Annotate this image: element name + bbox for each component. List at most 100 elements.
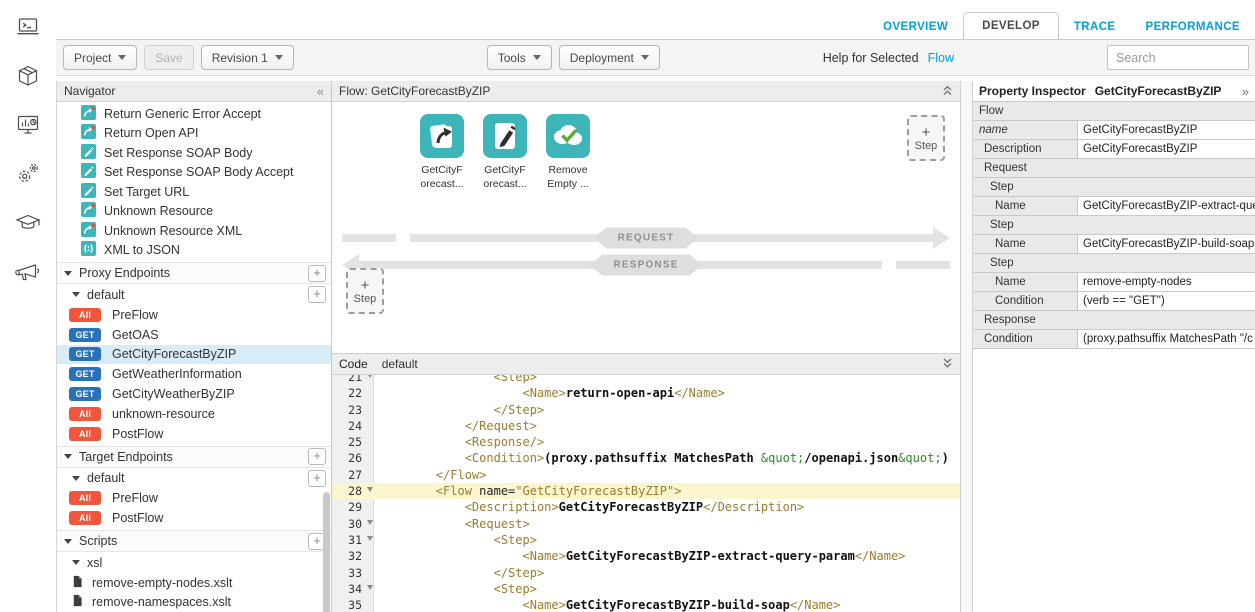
flow-item-preflow[interactable]: AllPreFlow [57, 305, 331, 325]
code-line-23[interactable]: 23 </Step> [332, 402, 960, 418]
line-number: 33 [332, 565, 374, 581]
property-value[interactable]: GetCityForecastByZIP-extract-query-param [1078, 197, 1255, 215]
code-text: <Step> [374, 532, 537, 548]
project-menu-button[interactable]: Project [63, 45, 137, 70]
fold-caret-icon[interactable] [367, 585, 373, 590]
help-flow-link[interactable]: Flow [928, 51, 954, 65]
code-line-32[interactable]: 32 <Name>GetCityForecastByZIP-extract-qu… [332, 548, 960, 564]
flow-item-postflow[interactable]: AllPostFlow [57, 508, 331, 528]
search-input[interactable] [1107, 45, 1249, 70]
policy-item-set-response-soap-body[interactable]: Set Response SOAP Body [57, 143, 331, 163]
flow-item-getcityweatherbyzip[interactable]: GETGetCityWeatherByZIP [57, 384, 331, 404]
graduation-cap-icon[interactable] [14, 209, 42, 237]
property-value[interactable]: GetCityForecastByZIP [1078, 121, 1255, 139]
property-inspector-title: Property Inspector [979, 84, 1086, 98]
fold-caret-icon[interactable] [367, 487, 373, 492]
deployment-menu-button[interactable]: Deployment [559, 45, 660, 70]
section-scripts[interactable]: Scripts+ [57, 530, 331, 552]
file-item-remove-empty-nodes-xslt[interactable]: remove-empty-nodes.xslt [57, 573, 331, 593]
flow-item-preflow[interactable]: AllPreFlow [57, 489, 331, 509]
revision-menu-button[interactable]: Revision 1 [201, 45, 294, 70]
toolbar: Project Save Revision 1 Tools Deployment… [56, 40, 1255, 76]
flow-item-postflow[interactable]: AllPostFlow [57, 424, 331, 444]
property-value[interactable]: remove-empty-nodes [1078, 273, 1255, 291]
collapse-up-icon[interactable] [942, 84, 953, 98]
save-button[interactable]: Save [144, 45, 193, 70]
code-line-28[interactable]: 28 <Flow name="GetCityForecastByZIP"> [332, 483, 960, 499]
code-line-21[interactable]: 21 <Step> [332, 375, 960, 385]
method-badge: GET [69, 367, 101, 381]
main-column: OVERVIEWDEVELOPTRACEPERFORMANCE Project … [56, 0, 1255, 612]
collapse-down-icon[interactable] [942, 357, 953, 371]
code-editor[interactable]: 21 <Step>22 <Name>return-open-api</Name>… [332, 375, 960, 612]
add-button[interactable]: + [308, 286, 326, 303]
raise-fault-icon [81, 105, 96, 123]
subsection-default[interactable]: default+ [57, 468, 331, 489]
policy-item-return-open-api[interactable]: Return Open API [57, 124, 331, 144]
navigator-title: Navigator [64, 84, 115, 98]
add-button[interactable]: + [308, 448, 326, 465]
subsection-default[interactable]: default+ [57, 284, 331, 305]
section-proxy-endpoints[interactable]: Proxy Endpoints+ [57, 262, 331, 284]
add-step-button-response[interactable]: + Step [346, 268, 384, 314]
add-step-button-request[interactable]: + Step [907, 115, 945, 161]
section-target-endpoints[interactable]: Target Endpoints+ [57, 446, 331, 468]
megaphone-icon[interactable] [14, 258, 42, 286]
policy-item-set-response-soap-body-accept[interactable]: Set Response SOAP Body Accept [57, 163, 331, 183]
code-line-27[interactable]: 27 </Flow> [332, 467, 960, 483]
property-value[interactable]: GetCityForecastByZIP [1078, 140, 1255, 158]
property-value[interactable]: (verb == "GET") [1078, 292, 1255, 310]
property-section-label: Step [973, 181, 1014, 193]
fold-caret-icon[interactable] [367, 375, 373, 378]
flow-panel-title: Flow: GetCityForecastByZIP [339, 84, 490, 98]
package-icon[interactable] [14, 62, 42, 90]
property-section-flow: Flow [973, 102, 1255, 121]
monitor-analytics-icon[interactable] [14, 111, 42, 139]
flow-item-getoas[interactable]: GETGetOAS [57, 325, 331, 345]
code-line-35[interactable]: 35 <Name>GetCityForecastByZIP-build-soap… [332, 597, 960, 612]
tab-overview[interactable]: OVERVIEW [868, 14, 963, 39]
fold-caret-icon[interactable] [367, 536, 373, 541]
flow-item-getcityforecastbyzip[interactable]: GETGetCityForecastByZIP [57, 345, 331, 365]
collapse-right-icon[interactable]: » [1242, 84, 1249, 99]
code-line-29[interactable]: 29 <Description>GetCityForecastByZIP</De… [332, 499, 960, 515]
add-button[interactable]: + [308, 470, 326, 487]
collapse-left-icon[interactable]: « [317, 85, 324, 98]
code-line-25[interactable]: 25 <Response/> [332, 434, 960, 450]
flow-step-getcityf-orecast[interactable]: GetCityF orecast... [416, 114, 468, 191]
policy-item-unknown-resource[interactable]: Unknown Resource [57, 202, 331, 222]
center-column: Flow: GetCityForecastByZIP GetCityF orec… [332, 81, 960, 612]
property-value[interactable]: GetCityForecastByZIP-build-soap [1078, 235, 1255, 253]
code-line-24[interactable]: 24 </Request> [332, 418, 960, 434]
code-line-22[interactable]: 22 <Name>return-open-api</Name> [332, 385, 960, 401]
subsection-xsl[interactable]: xsl [57, 552, 331, 573]
tab-trace[interactable]: TRACE [1059, 14, 1131, 39]
add-button[interactable]: + [308, 265, 326, 282]
navigator-scrollbar-thumb[interactable] [323, 492, 330, 612]
property-label: Condition [973, 292, 1078, 310]
vertical-scrollbar-track[interactable] [960, 81, 973, 612]
policy-item-return-generic-error-accept[interactable]: Return Generic Error Accept [57, 104, 331, 124]
file-item-remove-namespaces-xslt[interactable]: remove-namespaces.xslt [57, 593, 331, 612]
code-line-31[interactable]: 31 <Step> [332, 532, 960, 548]
policy-item-xml-to-json[interactable]: XML to JSON [57, 241, 331, 261]
terminal-laptop-icon[interactable] [14, 13, 42, 41]
policy-item-unknown-resource-xml[interactable]: Unknown Resource XML [57, 221, 331, 241]
property-value[interactable]: (proxy.pathsuffix MatchesPath "/c [1078, 330, 1255, 348]
code-line-34[interactable]: 34 <Step> [332, 581, 960, 597]
tab-performance[interactable]: PERFORMANCE [1131, 14, 1255, 39]
policy-item-set-target-url[interactable]: Set Target URL [57, 182, 331, 202]
flow-step-getcityf-orecast[interactable]: GetCityF orecast... [479, 114, 531, 191]
code-line-33[interactable]: 33 </Step> [332, 565, 960, 581]
raise-fault-icon [81, 124, 96, 142]
code-line-26[interactable]: 26 <Condition>(proxy.pathsuffix MatchesP… [332, 450, 960, 466]
gears-icon[interactable] [14, 160, 42, 188]
code-line-30[interactable]: 30 <Request> [332, 516, 960, 532]
tools-menu-button[interactable]: Tools [487, 45, 552, 70]
tab-develop[interactable]: DEVELOP [963, 12, 1059, 39]
fold-caret-icon[interactable] [367, 520, 373, 525]
step-label: GetCityF orecast... [416, 164, 468, 191]
flow-step-remove-empty[interactable]: Remove Empty ... [542, 114, 594, 191]
flow-item-unknown-resource[interactable]: Allunknown-resource [57, 404, 331, 424]
flow-item-getweatherinformation[interactable]: GETGetWeatherInformation [57, 364, 331, 384]
